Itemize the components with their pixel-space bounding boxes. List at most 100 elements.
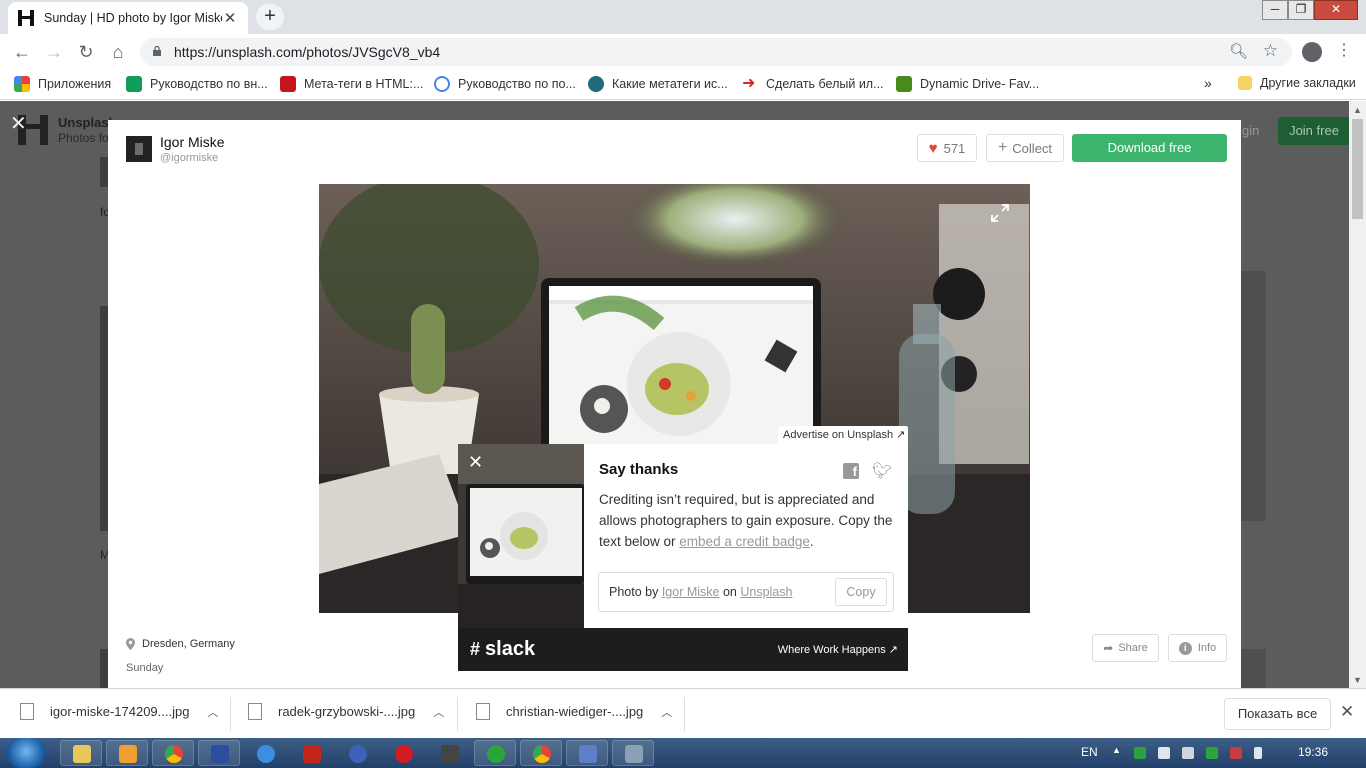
taskbar-media[interactable] [106,740,148,766]
new-tab-button[interactable]: + [256,4,284,30]
taskbar-opera[interactable] [382,740,424,766]
bookmark-apps[interactable]: Приложения [14,76,111,92]
join-free-button[interactable]: Join free [1278,117,1350,145]
clock[interactable]: 19:36 [1298,745,1328,759]
unsplash-favicon-icon [18,10,34,26]
author-handle[interactable]: @igormiske [160,152,218,164]
scroll-down-icon[interactable]: ▼ [1353,675,1362,685]
credit-author-link[interactable]: Igor Miske [662,585,720,599]
divider [457,697,458,731]
download-item[interactable]: radek-grzybowski-....jpg ︿ [248,703,444,720]
taskbar-app[interactable] [336,740,378,766]
download-item[interactable]: igor-miske-174209....jpg ︿ [20,703,218,720]
close-thanks-icon[interactable]: ✕ [468,452,483,473]
maximize-button[interactable]: ❐ [1288,0,1314,20]
download-shelf: igor-miske-174209....jpg ︿ radek-grzybow… [0,688,1366,738]
slack-tagline-text: Where Work Happens [777,644,886,656]
location-pin-icon [126,638,135,650]
download-item[interactable]: christian-wiediger-....jpg ︿ [476,703,672,720]
fullscreen-expand-icon[interactable] [991,204,1009,222]
zoom-icon[interactable]: 🔍︎ [1229,42,1248,60]
taskbar-skype[interactable] [474,740,516,766]
like-count: 571 [943,140,966,156]
author-name[interactable]: Igor Miske [160,134,225,150]
reload-icon[interactable]: ↻ [74,40,98,64]
bookmarks-more-button[interactable]: » [1204,75,1212,91]
close-modal-icon[interactable]: ✕ [10,111,27,136]
credit-site-link[interactable]: Unsplash [740,585,792,599]
language-indicator[interactable]: EN [1081,745,1098,759]
advertise-link[interactable]: Advertise on Unsplash ↗ [778,426,908,444]
forward-icon[interactable]: → [42,40,66,64]
slack-ad-banner[interactable]: # slack Where Work Happens ↗ [458,628,908,671]
bookmark-item[interactable]: Руководство по по... [434,76,576,92]
photo-location[interactable]: Dresden, Germany [126,638,235,650]
scroll-thumb[interactable] [1352,119,1363,219]
lock-icon [153,46,161,56]
profile-avatar-icon[interactable] [1302,42,1322,62]
slack-tagline: Where Work Happens ↗ [778,643,898,656]
back-icon[interactable]: ← [10,40,34,64]
chevron-up-icon[interactable]: ︿ [661,704,672,720]
taskbar-settings[interactable] [612,740,654,766]
close-shelf-icon[interactable]: ✕ [1340,702,1354,722]
embed-credit-badge-link[interactable]: embed a credit badge [679,534,810,549]
slack-logo: # slack [470,638,535,661]
collect-button[interactable]: + Collect [986,134,1064,162]
home-icon[interactable]: ⌂ [106,40,130,64]
start-button[interactable] [6,738,46,768]
copy-button[interactable]: Copy [835,578,887,606]
signal-icon[interactable] [1182,747,1194,759]
scroll-up-icon[interactable]: ▲ [1353,105,1362,115]
bookmark-item[interactable]: ➜ Сделать белый ил... [742,76,884,92]
author-avatar[interactable] [126,136,152,162]
credit-prefix: Photo by [609,585,662,599]
file-icon [248,703,262,720]
window-close-button[interactable]: ✕ [1314,0,1358,20]
browser-toolbar: ← → ↻ ⌂ https://unsplash.com/photos/JVSg… [0,34,1366,70]
like-button[interactable]: ♥ 571 [917,134,977,162]
tray-expand-icon[interactable]: ▲ [1112,745,1121,755]
taskbar-ie[interactable] [244,740,286,766]
photo-title: Sunday [126,662,164,674]
bookmark-star-icon[interactable]: ☆ [1263,41,1278,61]
taskbar-chrome[interactable] [152,740,194,766]
taskbar-explorer[interactable] [60,740,102,766]
chevron-up-icon[interactable]: ︿ [207,704,218,720]
menu-kebab-icon[interactable]: ⋮ [1336,40,1352,60]
windows-taskbar: EN ▲ 19:36 [0,738,1366,768]
taskbar-save[interactable] [198,740,240,766]
twitter-icon[interactable]: 🐦︎ [872,461,892,481]
action-center-icon[interactable] [1158,747,1170,759]
taskbar-filezilla[interactable] [290,740,332,766]
info-button[interactable]: i Info [1168,634,1227,662]
show-all-downloads-button[interactable]: Показать все [1224,698,1331,730]
bookmark-item[interactable]: Какие метатеги ис... [588,76,728,92]
page-scrollbar[interactable]: ▲ ▼ [1349,101,1366,688]
sync-icon[interactable] [1206,747,1218,759]
media-player-icon [119,745,137,763]
taskbar-box[interactable] [566,740,608,766]
chevron-up-icon[interactable]: ︿ [433,704,444,720]
volume-muted-icon[interactable] [1230,747,1242,759]
credit-mid: on [719,585,741,599]
address-bar[interactable]: https://unsplash.com/photos/JVSgcV8_vb4 … [140,38,1292,66]
facebook-icon[interactable]: f [843,463,859,479]
taskbar-chrome-2[interactable] [520,740,562,766]
battery-icon[interactable] [1254,747,1262,759]
browser-tab[interactable]: Sunday | HD photo by Igor Miske ✕ [8,2,248,34]
apps-grid-icon [14,76,30,92]
other-bookmarks-folder[interactable]: Другие закладки [1238,76,1356,90]
bookmark-item[interactable]: Мета-теги в HTML:... [280,76,423,92]
collect-label: Collect [1012,140,1053,156]
login-link[interactable]: gin [1242,123,1259,138]
bookmark-item[interactable]: Руководство по вн... [126,76,268,92]
thanks-body-end: . [809,534,814,549]
taskbar-app[interactable] [428,740,470,766]
download-button[interactable]: Download free [1072,134,1227,162]
tab-close-icon[interactable]: ✕ [222,9,238,27]
share-button[interactable]: ➦ Share [1092,634,1159,662]
bookmark-item[interactable]: Dynamic Drive- Fav... [896,76,1039,92]
flag-icon[interactable] [1134,747,1146,759]
minimize-button[interactable]: ─ [1262,0,1288,20]
